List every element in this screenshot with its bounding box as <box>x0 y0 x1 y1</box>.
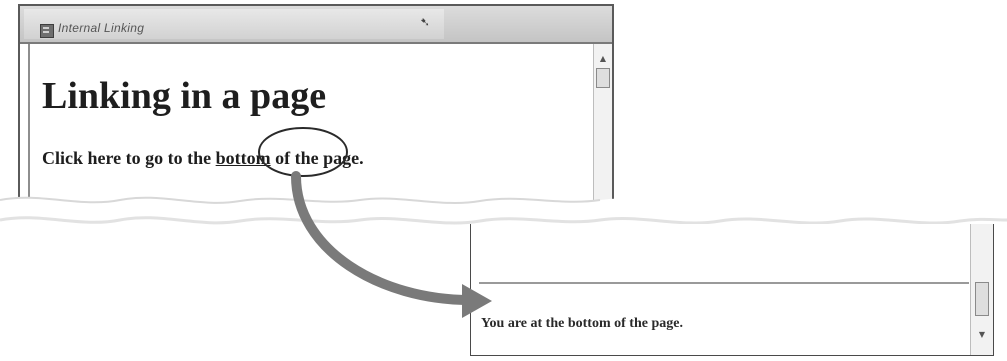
tab-title: Internal Linking <box>58 21 145 35</box>
bottom-vertical-scrollbar[interactable]: ▼ <box>970 224 993 355</box>
intro-paragraph: Click here to go to the bottom of the pa… <box>42 148 364 169</box>
top-browser-window: Internal Linking ➷ Linking in a page Cli… <box>18 4 614 206</box>
page-icon <box>40 24 54 38</box>
paragraph-text-before: Click here to go to the <box>42 148 216 168</box>
vertical-scrollbar[interactable]: ▲ <box>593 44 612 206</box>
paragraph-text-after: of the page. <box>270 148 364 168</box>
bottom-scroll-thumb[interactable] <box>975 282 989 316</box>
bottom-anchor-text: You are at the bottom of the page. <box>481 316 683 331</box>
browser-tab[interactable]: Internal Linking <box>24 9 444 39</box>
bottom-page-content: You are at the bottom of the page. <box>471 224 971 355</box>
title-bar: Internal Linking ➷ <box>20 6 612 44</box>
horizontal-rule <box>479 282 969 284</box>
scroll-thumb[interactable] <box>596 68 610 88</box>
scroll-up-arrow-icon[interactable]: ▲ <box>594 52 612 66</box>
page-heading: Linking in a page <box>42 75 327 117</box>
page-content: Linking in a page Click here to go to th… <box>28 44 590 206</box>
screenshot-stage: Internal Linking ➷ Linking in a page Cli… <box>0 0 1007 361</box>
mouse-pointer-icon: ➷ <box>420 15 431 29</box>
bottom-browser-window: You are at the bottom of the page. ▼ <box>470 224 994 356</box>
scroll-down-arrow-icon[interactable]: ▼ <box>971 328 993 342</box>
bottom-link[interactable]: bottom <box>216 148 271 168</box>
